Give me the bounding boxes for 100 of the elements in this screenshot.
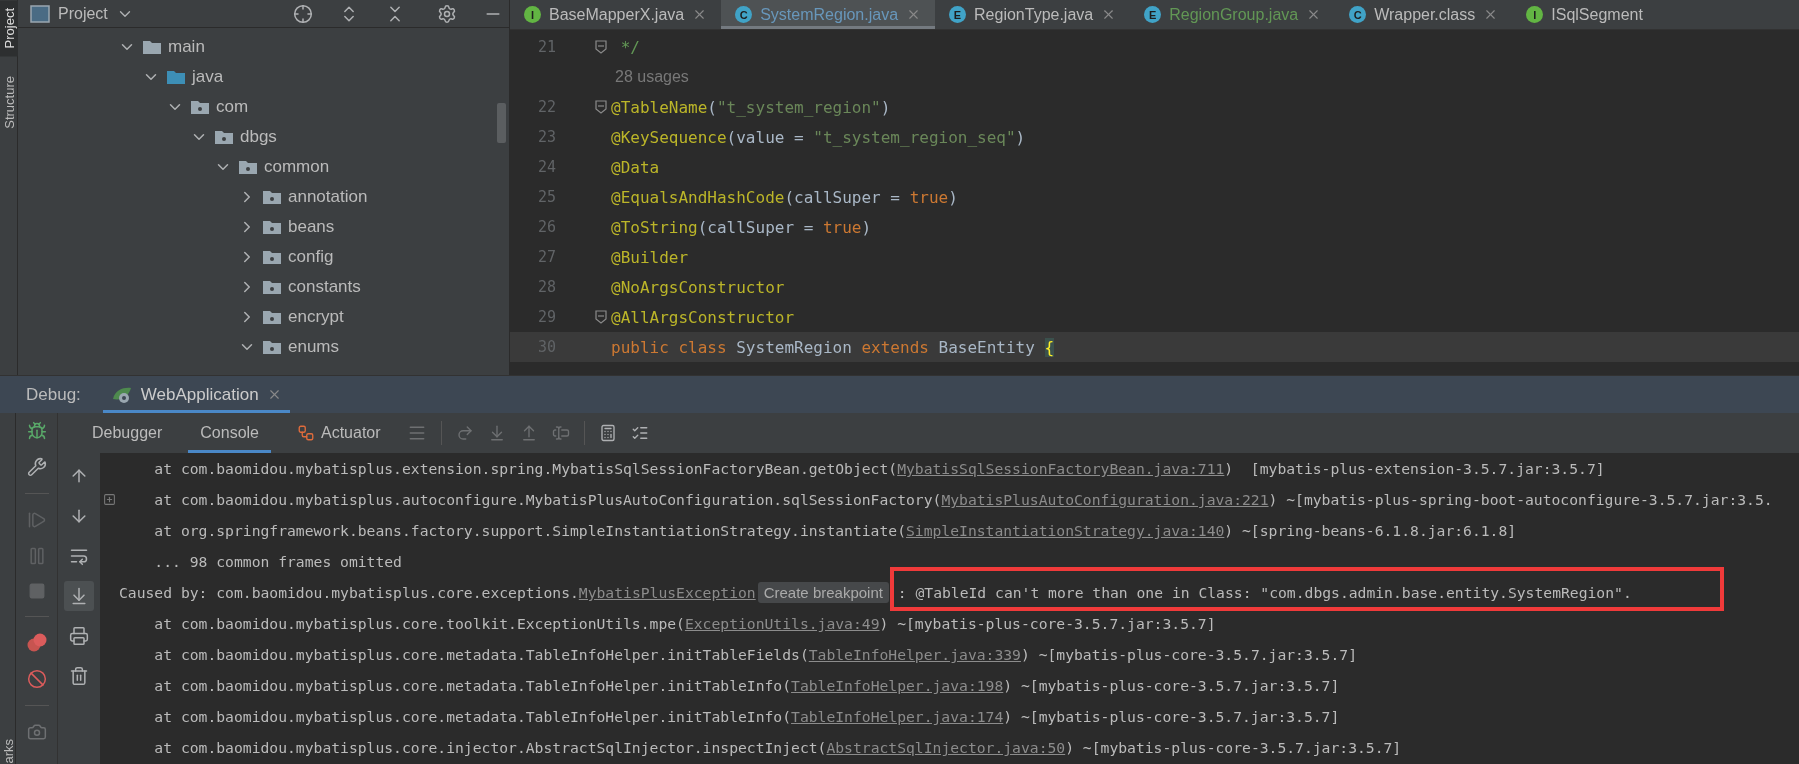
editor-tab[interactable]: C Wrapper.class — [1335, 0, 1513, 29]
source-link[interactable]: MybatisSqlSessionFactoryBean.java:711 — [897, 460, 1225, 477]
mute-breakpoints-icon[interactable] — [26, 669, 47, 689]
code-line: @KeySequence(value = "t_system_region_seq") — [611, 127, 1026, 147]
tree-item[interactable]: main — [168, 37, 205, 57]
fold-icon[interactable] — [595, 40, 607, 54]
enum-icon: E — [1144, 6, 1162, 23]
code-line: @Data — [611, 157, 660, 177]
code-line: @AllArgsConstructor — [611, 307, 795, 327]
usages-hint[interactable]: 28 usages — [615, 68, 689, 86]
console-text: ... 98 common frames omitted — [153, 553, 402, 570]
source-link[interactable]: SimpleInstantiationStrategy.java:140 — [906, 522, 1225, 539]
console-text: at com.baomidou.mybatisplus.core.injector.AbstractSqlInjector.inspectInject( — [153, 739, 827, 756]
console-text: : @TableId can't more than one in Class: "com.dbgs.admin.base.entity.SystemRegion". — [896, 584, 1632, 601]
package-folder-icon — [262, 279, 282, 295]
tool-window-tab[interactable]: Structure — [0, 68, 18, 138]
console-text: ) ~[mybatis-plus-core-3.5.7.jar:3.5.7] — [1003, 708, 1340, 725]
code-line: public class SystemRegion extends BaseEntity { — [611, 337, 1055, 357]
scrollbar-thumb[interactable] — [497, 103, 506, 143]
line-number: 27 — [536, 248, 556, 266]
debug-tab[interactable]: Debugger — [80, 413, 175, 453]
tool-window-tab[interactable]: Project — [0, 0, 18, 57]
folder-icon — [142, 39, 162, 55]
panel-title: Debug: — [26, 384, 81, 405]
console-text: at com.baomidou.mybatisplus.autoconfigure.MybatisPlusAutoConfiguration.sqlSessionFactory( — [153, 491, 942, 508]
tree-item[interactable]: encrypt — [288, 307, 344, 327]
folder-icon — [166, 69, 186, 85]
class-icon: C — [1349, 6, 1367, 23]
console-text: ) ~[mybatis-plus-core-3.5.7.jar:3.5.7] — [1020, 646, 1357, 663]
fold-icon[interactable] — [595, 310, 607, 324]
editor-tab[interactable]: I BaseMapperX.java — [510, 0, 722, 29]
tree-item[interactable]: config — [288, 247, 334, 267]
debug-tab[interactable]: Console — [188, 413, 271, 453]
session-tab[interactable]: WebApplication — [102, 376, 290, 413]
print-icon[interactable] — [69, 626, 89, 646]
source-link[interactable]: AbstractSqlInjector.java:50 — [826, 739, 1066, 756]
interface-icon: I — [524, 6, 541, 23]
panel-icon — [30, 4, 50, 23]
source-link[interactable]: TableInfoHelper.java:198 — [791, 677, 1004, 694]
tree-item[interactable]: beans — [288, 217, 335, 237]
package-folder-icon — [262, 189, 282, 205]
line-number: 21 — [536, 38, 556, 56]
bug-icon[interactable] — [26, 421, 47, 441]
console-text: at com.baomidou.mybatisplus.extension.spring.MybatisSqlSessionFactoryBean.getObject( — [153, 460, 898, 477]
tree-item[interactable]: com — [216, 97, 249, 117]
settings-icon[interactable] — [437, 3, 457, 24]
console-text: at org.springframework.beans.factory.support.SimpleInstantiationStrategy.instantiate( — [153, 522, 906, 539]
trace-icon[interactable] — [630, 424, 649, 442]
package-folder-icon — [262, 219, 282, 235]
tree-item[interactable]: java — [192, 67, 224, 87]
editor-tab[interactable]: E RegionGroup.java — [1130, 0, 1336, 29]
console-text: at com.baomidou.mybatisplus.core.metadata.TableInfoHelper.initTableInfo( — [153, 708, 792, 725]
expand-icon[interactable] — [103, 493, 116, 506]
tool-window-tab[interactable]: arks — [0, 739, 16, 764]
step-over-icon[interactable] — [455, 424, 474, 442]
code-line: @TableName("t_system_region") — [611, 97, 891, 117]
editor-tab[interactable]: I ISqlSegment — [1512, 0, 1657, 29]
editor-tab[interactable]: E RegionType.java — [935, 0, 1131, 29]
console-text: Caused by: com.baomidou.mybatisplus.core.exceptions. — [119, 584, 579, 601]
debug-tab[interactable]: Actuator — [285, 413, 393, 453]
trash-icon[interactable] — [69, 666, 89, 686]
package-folder-icon — [214, 129, 234, 145]
console-text: ) ~[mybatis-plus-spring-boot-autoconfigure-3.5.7.jar:3.5. — [1268, 491, 1773, 508]
source-link[interactable]: TableInfoHelper.java:174 — [791, 708, 1004, 725]
line-number: 28 — [536, 278, 556, 296]
editor-tab[interactable]: C SystemRegion.java — [721, 0, 936, 29]
tree-item[interactable]: enums — [288, 337, 340, 357]
source-link[interactable]: TableInfoHelper.java:339 — [808, 646, 1021, 663]
tree-item[interactable]: common — [264, 157, 330, 177]
source-link[interactable]: MybatisPlusAutoConfiguration.java:221 — [941, 491, 1269, 508]
fold-icon[interactable] — [595, 100, 607, 114]
console-text: ) ~[mybatis-plus-core-3.5.7.jar:3.5.7] — [879, 615, 1216, 632]
line-number: 22 — [536, 98, 556, 116]
wrench-icon[interactable] — [26, 457, 47, 477]
actuator-icon[interactable] — [297, 424, 315, 442]
soft-wrap-icon[interactable] — [69, 546, 89, 566]
tree-item[interactable]: constants — [288, 277, 361, 297]
crosshair-icon[interactable] — [293, 3, 313, 24]
run-to-cursor-icon[interactable] — [551, 424, 570, 442]
source-link[interactable]: ExceptionUtils.java:49 — [684, 615, 880, 632]
console-text: at com.baomidou.mybatisplus.core.metadata.TableInfoHelper.initTableFields( — [153, 646, 809, 663]
evaluate-icon[interactable] — [598, 424, 617, 442]
code-line: */ — [619, 37, 640, 57]
code-line: @ToString(callSuper = true) — [611, 217, 872, 237]
console-text: ) [mybatis-plus-extension-3.5.7.jar:3.5.7] — [1224, 460, 1605, 477]
package-folder-icon — [190, 99, 210, 115]
tree-item[interactable]: annotation — [288, 187, 368, 207]
code-line: @EqualsAndHashCode(callSuper = true) — [611, 187, 958, 207]
line-number: 29 — [536, 308, 556, 326]
console-text: ) ~[mybatis-plus-core-3.5.7.jar:3.5.7] — [1003, 677, 1340, 694]
camera-icon[interactable] — [26, 722, 47, 742]
line-number: 25 — [536, 188, 556, 206]
code-line: @Builder — [611, 247, 689, 267]
line-number: 24 — [536, 158, 556, 176]
console-text: ) ~[spring-beans-6.1.8.jar:6.1.8] — [1224, 522, 1517, 539]
tree-item[interactable]: dbgs — [240, 127, 277, 147]
breakpoints-icon[interactable] — [25, 633, 48, 653]
panel-title[interactable]: Project — [58, 4, 108, 23]
line-number: 26 — [536, 218, 556, 236]
source-link[interactable]: MybatisPlusException — [578, 584, 756, 601]
